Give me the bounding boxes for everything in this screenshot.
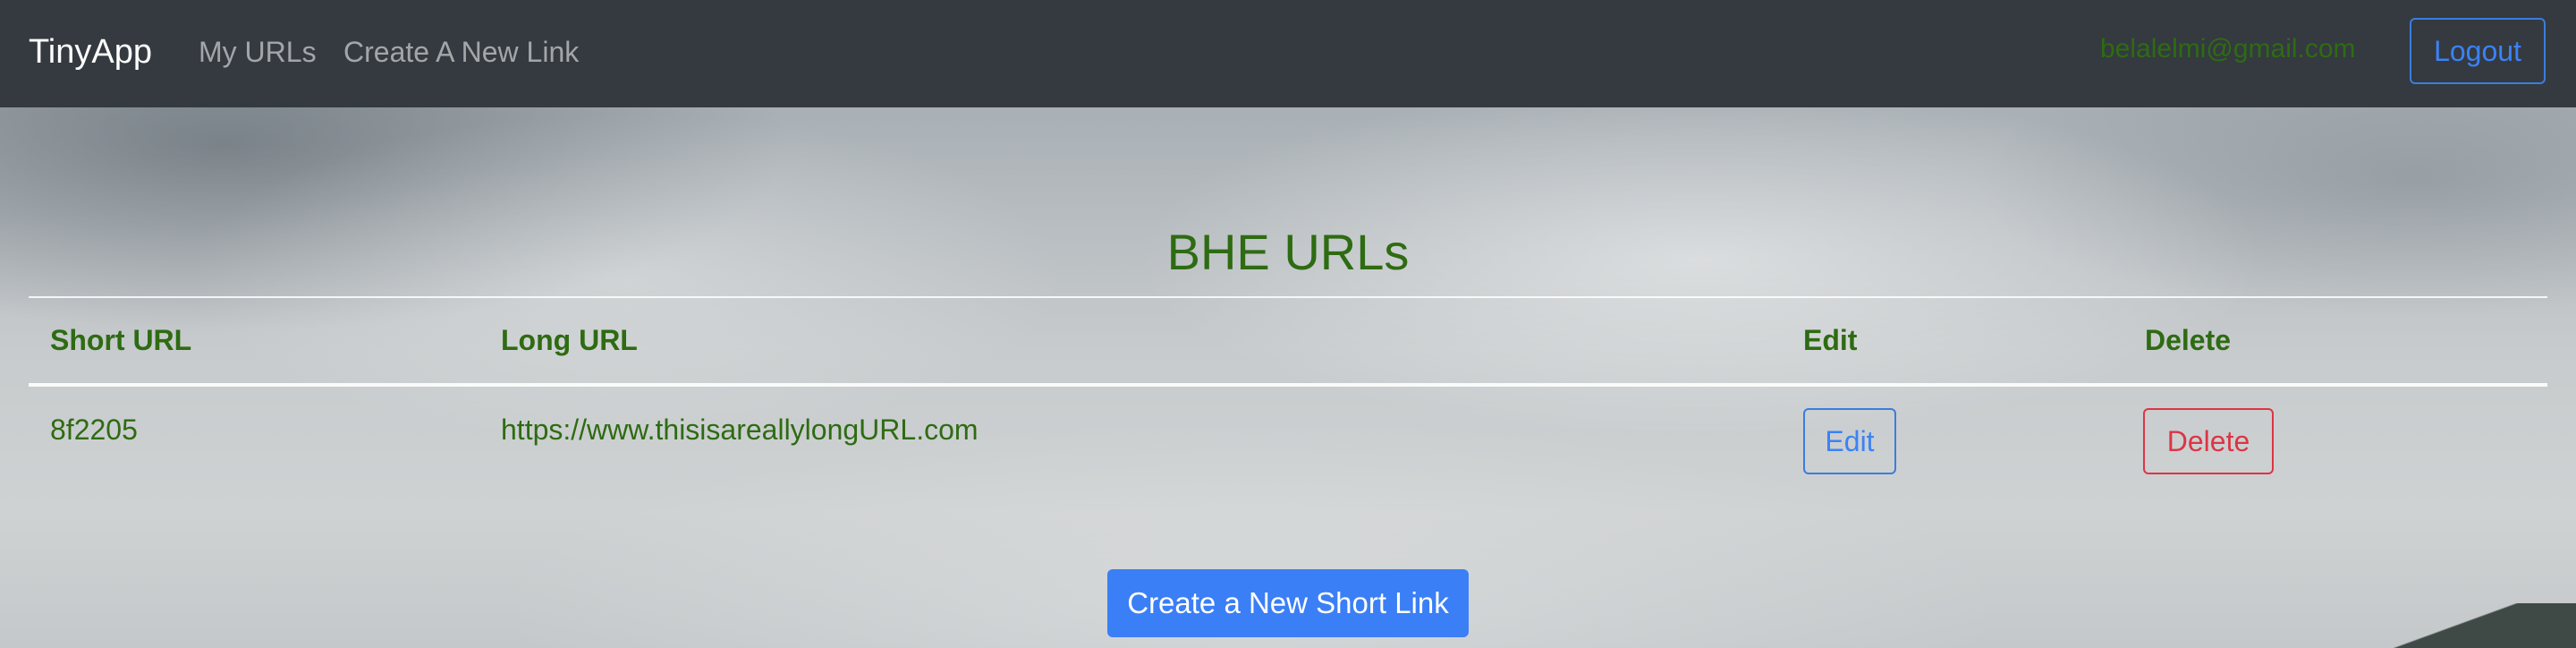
delete-button[interactable]: Delete bbox=[2143, 408, 2274, 474]
brand-link[interactable]: TinyApp bbox=[29, 30, 152, 73]
long-url-cell: https://www.thisisareallylongURL.com bbox=[501, 414, 979, 446]
table-header-border bbox=[29, 383, 2547, 387]
table-top-border bbox=[29, 296, 2547, 298]
column-header-edit: Edit bbox=[1803, 324, 1858, 356]
navbar: TinyApp My URLs Create A New Link belale… bbox=[0, 0, 2576, 107]
background-image bbox=[0, 107, 2576, 648]
nav-link-my-urls[interactable]: My URLs bbox=[199, 34, 317, 70]
user-email: belalelmi@gmail.com bbox=[2100, 34, 2356, 64]
column-header-long-url: Long URL bbox=[501, 324, 638, 356]
mountain-silhouette bbox=[2290, 603, 2576, 648]
column-header-delete: Delete bbox=[2145, 324, 2232, 356]
column-header-short-url: Short URL bbox=[50, 324, 192, 356]
nav-link-create-new-link[interactable]: Create A New Link bbox=[343, 34, 579, 70]
edit-button[interactable]: Edit bbox=[1803, 408, 1896, 474]
page-title: BHE URLs bbox=[1166, 224, 1410, 280]
create-short-link-button[interactable]: Create a New Short Link bbox=[1107, 569, 1469, 637]
short-url-cell: 8f2205 bbox=[50, 414, 138, 446]
logout-button[interactable]: Logout bbox=[2410, 18, 2546, 84]
